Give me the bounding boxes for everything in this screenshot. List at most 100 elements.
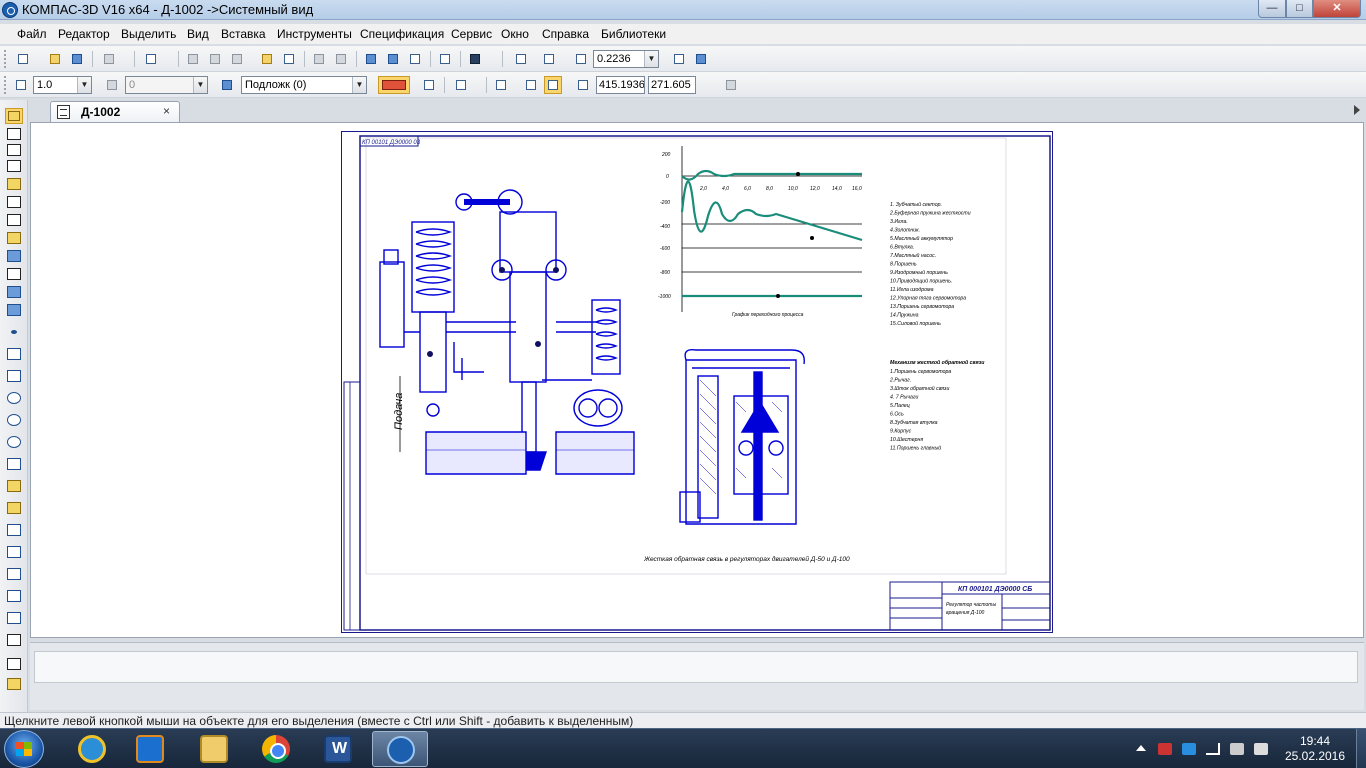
menu-view[interactable]: Вид	[187, 27, 209, 41]
fill-icon[interactable]	[5, 500, 23, 516]
taskbar-media-player-icon[interactable]	[122, 731, 178, 767]
taskbar-kompas-icon[interactable]	[372, 731, 428, 767]
help-pointer-icon[interactable]	[466, 50, 484, 68]
refresh-icon[interactable]	[692, 50, 710, 68]
drawing-sheet[interactable]: КП 00101 ДЭ0000 03 Подача 200 0 -200 -40…	[341, 131, 1053, 633]
zoom-icon[interactable]	[512, 50, 530, 68]
menu-specification[interactable]: Спецификация	[360, 27, 444, 41]
system-clock[interactable]: 19:44 25.02.2016	[1280, 734, 1350, 764]
layer-icon[interactable]	[103, 76, 121, 94]
variables-icon[interactable]	[384, 50, 402, 68]
line-width-combo[interactable]: 1.0 ▼	[33, 76, 92, 94]
notation-icon[interactable]	[5, 142, 23, 158]
properties-icon[interactable]	[280, 50, 298, 68]
undo-icon[interactable]	[310, 50, 328, 68]
redo-icon[interactable]	[332, 50, 350, 68]
maximize-button[interactable]: □	[1286, 0, 1313, 18]
contour-icon[interactable]	[5, 610, 23, 626]
menu-window[interactable]: Окно	[501, 27, 529, 41]
fx-icon[interactable]	[406, 50, 424, 68]
measure-icon[interactable]	[5, 194, 23, 210]
menu-file[interactable]: Файл	[17, 27, 47, 41]
signal-icon[interactable]	[1206, 743, 1220, 755]
select-icon[interactable]	[5, 212, 23, 228]
zoom-scale-combo[interactable]: 0.2236 ▼	[593, 50, 659, 68]
toolbar-grip[interactable]	[4, 76, 8, 94]
minimize-button[interactable]: —	[1258, 0, 1286, 18]
polyline-icon[interactable]	[5, 522, 23, 538]
volume-icon[interactable]	[1230, 743, 1244, 755]
spec-icon[interactable]	[5, 248, 23, 264]
macro-icon[interactable]	[5, 676, 23, 692]
cut-icon[interactable]	[184, 50, 202, 68]
chevron-down-icon[interactable]: ▼	[352, 77, 366, 93]
keyboard-layout-icon[interactable]	[1254, 743, 1268, 755]
cursor-y-field[interactable]: 271.605	[648, 76, 696, 94]
auxiliary-line-icon[interactable]	[5, 346, 23, 362]
taskbar-ie-icon[interactable]	[64, 731, 120, 767]
tab-scroll-right-icon[interactable]	[1354, 105, 1360, 115]
edit-icon[interactable]	[5, 158, 23, 174]
taskbar-word-icon[interactable]	[310, 731, 366, 767]
chamfer-icon[interactable]	[5, 544, 23, 560]
menu-editor[interactable]: Редактор	[58, 27, 110, 41]
cursor-x-field[interactable]: 415.1936	[596, 76, 645, 94]
hatch-icon[interactable]	[5, 478, 23, 494]
menu-insert[interactable]: Вставка	[221, 27, 266, 41]
circle-icon[interactable]	[5, 390, 23, 406]
equidistant-icon[interactable]	[5, 632, 23, 648]
layers-icon[interactable]	[5, 302, 23, 318]
geometry-icon[interactable]	[5, 108, 23, 124]
segment-icon[interactable]	[5, 368, 23, 384]
arc-icon[interactable]	[5, 412, 23, 428]
cursor-xy-icon[interactable]	[574, 76, 592, 94]
round-off-icon[interactable]	[522, 76, 540, 94]
collection-icon[interactable]	[5, 656, 23, 672]
save-icon[interactable]	[68, 50, 86, 68]
rectangle-icon[interactable]	[5, 588, 23, 604]
menu-libraries[interactable]: Библиотеки	[601, 27, 666, 41]
spline-icon[interactable]	[5, 456, 23, 472]
tab-document[interactable]: Д-1002 ×	[50, 101, 180, 122]
preview-icon[interactable]	[142, 50, 160, 68]
menu-select[interactable]: Выделить	[121, 27, 176, 41]
show-hidden-icons-icon[interactable]	[1136, 745, 1146, 751]
menu-help[interactable]: Справка	[542, 27, 589, 41]
start-button[interactable]	[4, 730, 44, 768]
ortho-icon[interactable]	[420, 76, 438, 94]
print-icon[interactable]	[100, 50, 118, 68]
manager-icon[interactable]	[362, 50, 380, 68]
copy-icon[interactable]	[206, 50, 224, 68]
close-button[interactable]: ✕	[1313, 0, 1361, 18]
paste-icon[interactable]	[228, 50, 246, 68]
reports-icon[interactable]	[5, 266, 23, 282]
grid-icon[interactable]	[452, 76, 470, 94]
open-folder-icon[interactable]	[46, 50, 64, 68]
calculator-icon[interactable]	[436, 50, 454, 68]
zoom-all-icon[interactable]	[670, 50, 688, 68]
library-icon[interactable]	[722, 76, 740, 94]
parametrization-icon[interactable]	[5, 176, 23, 192]
ortho-mode-icon[interactable]	[492, 76, 510, 94]
zoom-in-out-icon[interactable]	[572, 50, 590, 68]
insert-elements-icon[interactable]	[5, 284, 23, 300]
local-cs-icon[interactable]	[12, 76, 30, 94]
flag-icon[interactable]	[1158, 743, 1172, 755]
dropbox-icon[interactable]	[1182, 743, 1196, 755]
chevron-down-icon[interactable]: ▼	[77, 77, 91, 93]
menu-service[interactable]: Сервис	[451, 27, 492, 41]
zoom-window-icon[interactable]	[540, 50, 558, 68]
drawing-workspace[interactable]: КП 00101 ДЭ0000 03 Подача 200 0 -200 -40…	[30, 122, 1364, 638]
close-tab-icon[interactable]: ×	[163, 104, 170, 118]
format-brush-icon[interactable]	[258, 50, 276, 68]
style-icon[interactable]	[218, 76, 236, 94]
taskbar-chrome-icon[interactable]	[248, 731, 304, 767]
snap-magnet-icon[interactable]	[378, 76, 410, 94]
properties-area[interactable]	[34, 651, 1358, 683]
ellipse-icon[interactable]	[5, 434, 23, 450]
style-combo[interactable]: Подложк (0) ▼	[241, 76, 367, 94]
dimensions-icon[interactable]	[5, 126, 23, 142]
show-desktop-button[interactable]	[1356, 729, 1366, 768]
parametric-mode-icon[interactable]	[544, 76, 562, 94]
fillet-icon[interactable]	[5, 566, 23, 582]
